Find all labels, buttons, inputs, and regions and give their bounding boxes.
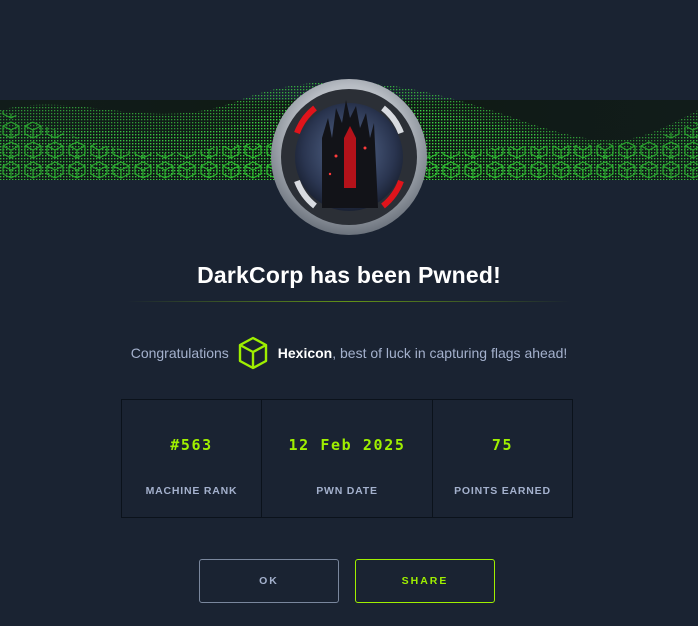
username[interactable]: Hexicon [278, 345, 332, 361]
machine-avatar-icon [271, 79, 427, 235]
machine-avatar-badge [270, 78, 428, 236]
pwn-date-label: PWN DATE [316, 485, 378, 497]
stat-pwn-date: 12 Feb 2025 PWN DATE [261, 400, 432, 517]
modal-title: DarkCorp has been Pwned! [197, 262, 501, 288]
share-button[interactable]: SHARE [355, 559, 495, 603]
user-cube-icon [238, 336, 267, 370]
stats-panel: #563 MACHINE RANK 12 Feb 2025 PWN DATE 7… [121, 399, 573, 518]
stat-points-earned: 75 POINTS EARNED [432, 400, 572, 517]
ok-button[interactable]: OK [199, 559, 339, 603]
congrats-suffix: , best of luck in capturing flags ahead! [332, 345, 568, 361]
congratulations-message: Congratulations Hexicon , best of luck i… [0, 336, 698, 370]
points-earned-label: POINTS EARNED [454, 485, 551, 497]
pwn-date-value: 12 Feb 2025 [288, 436, 406, 454]
stat-machine-rank: #563 MACHINE RANK [122, 400, 261, 517]
points-earned-value: 75 [491, 436, 514, 454]
congrats-prefix: Congratulations [130, 345, 229, 361]
machine-rank-value: #563 [170, 436, 213, 454]
machine-rank-label: MACHINE RANK [145, 485, 238, 497]
title-divider [127, 301, 571, 302]
